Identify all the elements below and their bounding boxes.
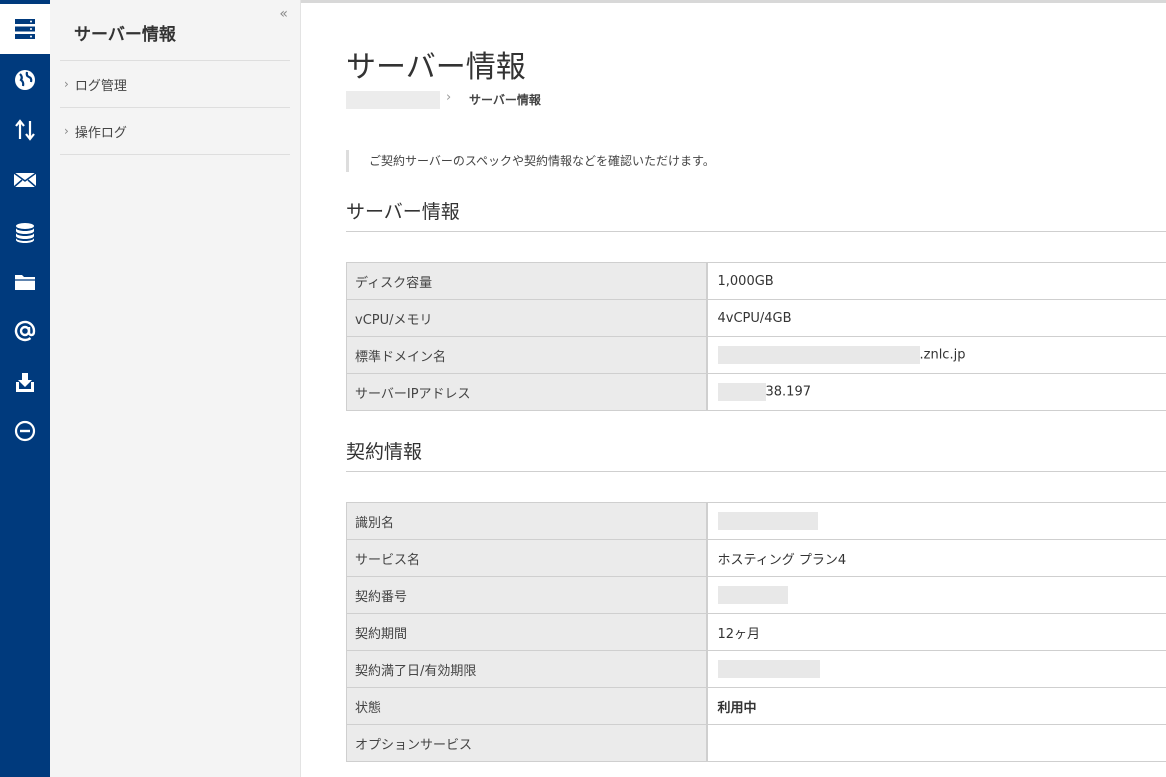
row-label: 状態 (346, 687, 708, 725)
at-icon (14, 320, 36, 342)
row-value (706, 576, 1166, 614)
table-row: オプションサービス (346, 724, 1166, 762)
row-label: 識別名 (346, 502, 708, 540)
top-border (301, 0, 1166, 3)
sidebar-item-label: 操作ログ (74, 125, 127, 141)
table-row: 契約期間 12ヶ月 (346, 613, 1166, 651)
sidebar-title: サーバー情報 (74, 25, 176, 45)
status-value: 利用中 (706, 687, 1166, 725)
redacted-text (717, 383, 766, 401)
main-content: サーバー情報 › サーバー情報 ご契約サーバーのスペックや契約情報などを確認いた… (301, 0, 1166, 777)
table-row: 契約番号 (346, 576, 1166, 614)
row-label: 標準ドメイン名 (346, 336, 708, 374)
row-value: 1,000GB (706, 262, 1166, 300)
minus-circle-icon (14, 420, 36, 442)
sidebar: « サーバー情報 › ログ管理 › 操作ログ (50, 0, 301, 777)
table-row: ディスク容量 1,000GB (346, 262, 1166, 300)
row-value: .znlc.jp (706, 336, 1166, 374)
table-row: サーバーIPアドレス 38.197 (346, 373, 1166, 411)
sidebar-item-operation-log[interactable]: › 操作ログ (60, 108, 290, 154)
rail-database[interactable] (0, 208, 50, 258)
rail-server[interactable] (0, 4, 50, 54)
contract-info-heading: 契約情報 (346, 441, 423, 463)
row-value: 4vCPU/4GB (706, 299, 1166, 337)
chevron-right-icon: › (64, 124, 69, 138)
breadcrumb-current: サーバー情報 (469, 93, 541, 107)
table-row: 識別名 (346, 502, 1166, 540)
row-label: オプションサービス (346, 724, 708, 762)
folder-icon (15, 275, 35, 290)
chevron-right-icon: › (64, 77, 69, 91)
table-row: 状態 利用中 (346, 687, 1166, 725)
redacted-text (717, 512, 818, 530)
globe-icon (15, 70, 35, 90)
table-row: 標準ドメイン名 .znlc.jp (346, 336, 1166, 374)
collapse-sidebar-button[interactable]: « (279, 6, 288, 22)
table-row: 契約満了日/有効期限 (346, 650, 1166, 688)
row-label: サーバーIPアドレス (346, 373, 708, 411)
breadcrumb-home-link[interactable] (346, 91, 440, 109)
rail-files[interactable] (0, 257, 50, 307)
section-divider (346, 231, 1166, 232)
table-row: vCPU/メモリ 4vCPU/4GB (346, 299, 1166, 337)
page-title: サーバー情報 (346, 50, 526, 85)
rail-transfer[interactable] (0, 105, 50, 155)
sidebar-divider (60, 154, 290, 155)
download-icon (16, 373, 34, 392)
table-row: サービス名 ホスティング プラン4 (346, 539, 1166, 577)
row-label: 契約満了日/有効期限 (346, 650, 708, 688)
row-label: vCPU/メモリ (346, 299, 708, 337)
domain-suffix: .znlc.jp (919, 347, 966, 363)
section-divider (346, 471, 1166, 472)
database-icon (16, 223, 34, 243)
row-value (706, 724, 1166, 762)
redacted-text (717, 660, 820, 678)
icon-rail (0, 0, 50, 777)
redacted-text (717, 586, 788, 604)
notice-text: ご契約サーバーのスペックや契約情報などを確認いただけます。 (346, 150, 715, 172)
row-value: ホスティング プラン4 (706, 539, 1166, 577)
rail-download[interactable] (0, 357, 50, 407)
mail-icon (13, 172, 37, 188)
row-value: 38.197 (706, 373, 1166, 411)
transfer-icon (15, 119, 35, 141)
row-label: ディスク容量 (346, 262, 708, 300)
sidebar-item-log-management[interactable]: › ログ管理 (60, 61, 290, 107)
server-info-heading: サーバー情報 (346, 201, 460, 223)
sidebar-item-label: ログ管理 (74, 78, 127, 94)
rail-email-address[interactable] (0, 306, 50, 356)
row-value: 12ヶ月 (706, 613, 1166, 651)
breadcrumb-separator-icon: › (446, 90, 452, 105)
row-label: サービス名 (346, 539, 708, 577)
row-value (706, 502, 1166, 540)
rail-mail[interactable] (0, 155, 50, 205)
server-info-table: ディスク容量 1,000GB vCPU/メモリ 4vCPU/4GB 標準ドメイン… (346, 262, 1166, 411)
server-icon (15, 19, 35, 39)
row-label: 契約期間 (346, 613, 708, 651)
row-value (706, 650, 1166, 688)
redacted-text (717, 346, 920, 364)
rail-domain[interactable] (0, 55, 50, 105)
row-label: 契約番号 (346, 576, 708, 614)
contract-info-table: 識別名 サービス名 ホスティング プラン4 契約番号 契約期間 12ヶ月 契約満… (346, 502, 1166, 762)
rail-cancel[interactable] (0, 406, 50, 456)
ip-suffix: 38.197 (765, 384, 812, 400)
